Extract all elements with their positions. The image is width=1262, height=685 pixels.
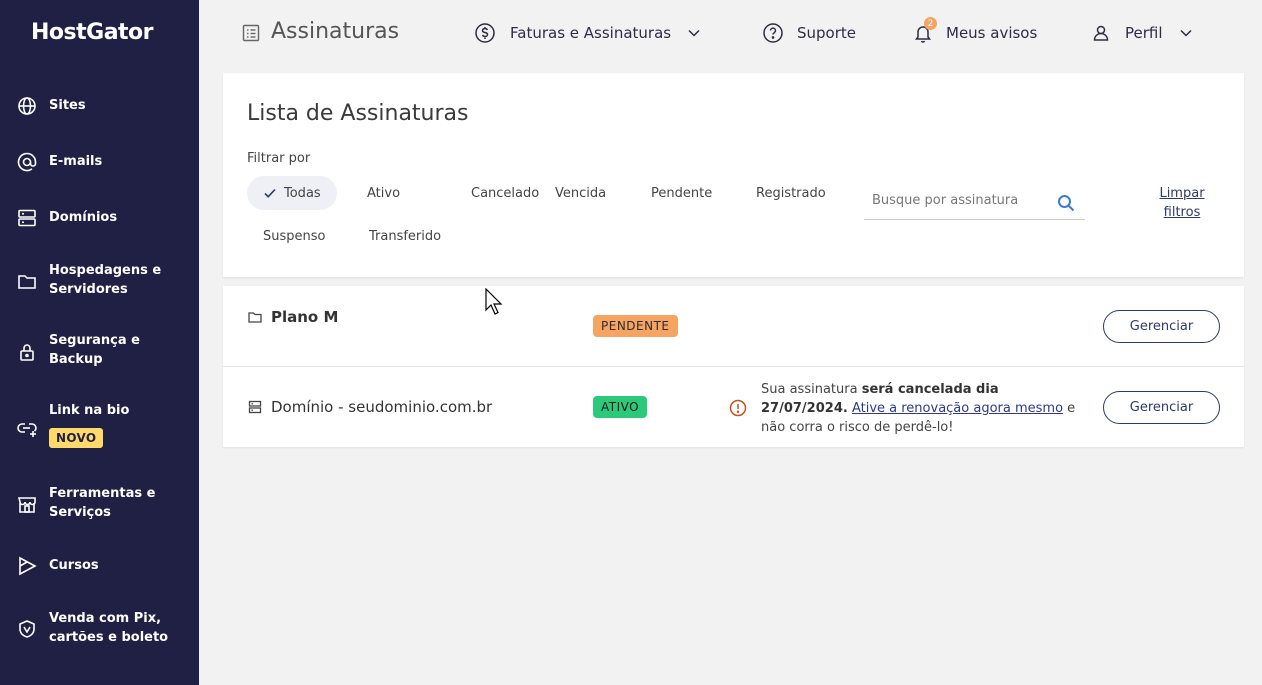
lock-icon	[17, 342, 37, 362]
search-box	[864, 185, 1085, 220]
sidebar: HostGator Sites E-mails Domínios Hospeda…	[0, 0, 199, 685]
sidebar-item-security[interactable]: Segurança e Backup	[0, 331, 199, 371]
status-badge: PENDENTE	[593, 315, 678, 337]
sidebar-item-label: E-mails	[49, 154, 103, 169]
list-title: Lista de Assinaturas	[247, 101, 469, 126]
sidebar-item-label: Hospedagens e Servidores	[49, 263, 162, 297]
filter-chip-pendente[interactable]: Pendente	[651, 176, 712, 210]
sidebar-item-courses[interactable]: Cursos	[0, 556, 199, 576]
check-icon	[264, 188, 276, 198]
search-icon[interactable]	[1057, 194, 1075, 212]
sidebar-item-hosting[interactable]: Hospedagens e Servidores	[0, 261, 199, 301]
filter-card: Lista de Assinaturas Filtrar por Todas A…	[223, 73, 1244, 277]
sidebar-item-sites[interactable]: Sites	[0, 96, 199, 116]
support-link[interactable]: Suporte	[762, 22, 856, 44]
subscription-list: Plano M PENDENTE Gerenciar Domínio - seu…	[223, 286, 1244, 447]
renew-now-link[interactable]: Ative a renovação agora mesmo	[852, 401, 1063, 416]
chevron-down-icon	[688, 29, 700, 37]
list-item: Plano M PENDENTE Gerenciar	[223, 286, 1244, 366]
store-icon	[17, 494, 37, 514]
server-icon	[248, 400, 262, 414]
clear-filters-link[interactable]: Limpar filtros	[1152, 184, 1212, 222]
filter-chip-ativo[interactable]: Ativo	[367, 176, 400, 210]
sidebar-item-tools[interactable]: Ferramentas e Serviços	[0, 484, 199, 524]
notice-text: Sua assinatura	[761, 382, 862, 397]
subscription-name: Domínio - seudominio.com.br	[271, 398, 493, 416]
play-icon	[17, 556, 37, 576]
folder-icon	[17, 271, 37, 291]
user-icon	[1093, 25, 1109, 41]
help-circle-icon	[763, 23, 783, 43]
renewal-notice: Sua assinatura será cancelada dia 27/07/…	[761, 380, 1081, 437]
sidebar-item-label: Domínios	[49, 210, 118, 225]
notifications-label: Meus avisos	[946, 24, 1038, 42]
subscription-name: Plano M	[271, 308, 339, 326]
manage-button[interactable]: Gerenciar	[1103, 391, 1220, 424]
sidebar-item-label: Segurança e Backup	[49, 333, 140, 367]
sidebar-item-emails[interactable]: E-mails	[0, 152, 199, 172]
notifications-link[interactable]: 2 Meus avisos	[912, 17, 1038, 44]
globe-icon	[17, 96, 37, 116]
filter-chip-transferido[interactable]: Transferido	[369, 219, 441, 253]
sidebar-item-label: Cursos	[49, 558, 99, 573]
list-icon	[242, 24, 260, 42]
sidebar-item-label: Link na bio	[49, 403, 130, 418]
dollar-circle-icon	[475, 23, 495, 43]
bell-icon: 2	[912, 17, 937, 44]
sidebar-item-domains[interactable]: Domínios	[0, 208, 199, 228]
sidebar-item-label: Sites	[49, 98, 86, 113]
status-badge: ATIVO	[593, 396, 648, 418]
sidebar-item-label: Ferramentas e Serviços	[49, 486, 156, 520]
profile-menu[interactable]: Perfil	[1090, 22, 1193, 44]
notification-count: 2	[924, 17, 937, 30]
filter-chip-registrado[interactable]: Registrado	[756, 176, 826, 210]
billing-menu[interactable]: Faturas e Assinaturas	[474, 22, 701, 44]
link-icon	[17, 418, 37, 438]
filter-chip-suspenso[interactable]: Suspenso	[263, 219, 325, 253]
chevron-down-icon	[1180, 29, 1192, 37]
filter-chip-cancelado[interactable]: Cancelado	[471, 176, 539, 210]
manage-button[interactable]: Gerenciar	[1103, 310, 1220, 343]
new-badge: NOVO	[49, 428, 104, 448]
search-input[interactable]	[872, 193, 1052, 208]
sidebar-item-link-bio[interactable]: Link na bio NOVO	[0, 401, 199, 453]
profile-label: Perfil	[1125, 24, 1163, 42]
sidebar-item-label: Venda com Pix, cartões e boleto	[49, 611, 169, 645]
support-label: Suporte	[797, 24, 857, 42]
at-icon	[17, 152, 37, 172]
alert-circle-icon	[729, 399, 747, 417]
shield-icon	[17, 619, 37, 639]
filter-chip-todas[interactable]: Todas	[247, 176, 337, 210]
sidebar-item-payments[interactable]: Venda com Pix, cartões e boleto	[0, 609, 199, 649]
folder-icon	[248, 312, 262, 323]
page-title: Assinaturas	[271, 19, 400, 44]
filter-chip-vencida[interactable]: Vencida	[555, 176, 606, 210]
topbar: Assinaturas Faturas e Assinaturas Suport…	[199, 0, 1262, 66]
billing-label: Faturas e Assinaturas	[510, 24, 672, 42]
hostgator-logo[interactable]: HostGator	[31, 20, 154, 45]
chip-label: Todas	[284, 185, 321, 201]
server-icon	[17, 208, 37, 228]
list-item: Domínio - seudominio.com.br ATIVO Sua as…	[223, 366, 1244, 447]
mouse-cursor-icon	[485, 288, 503, 315]
filter-label: Filtrar por	[247, 151, 311, 166]
